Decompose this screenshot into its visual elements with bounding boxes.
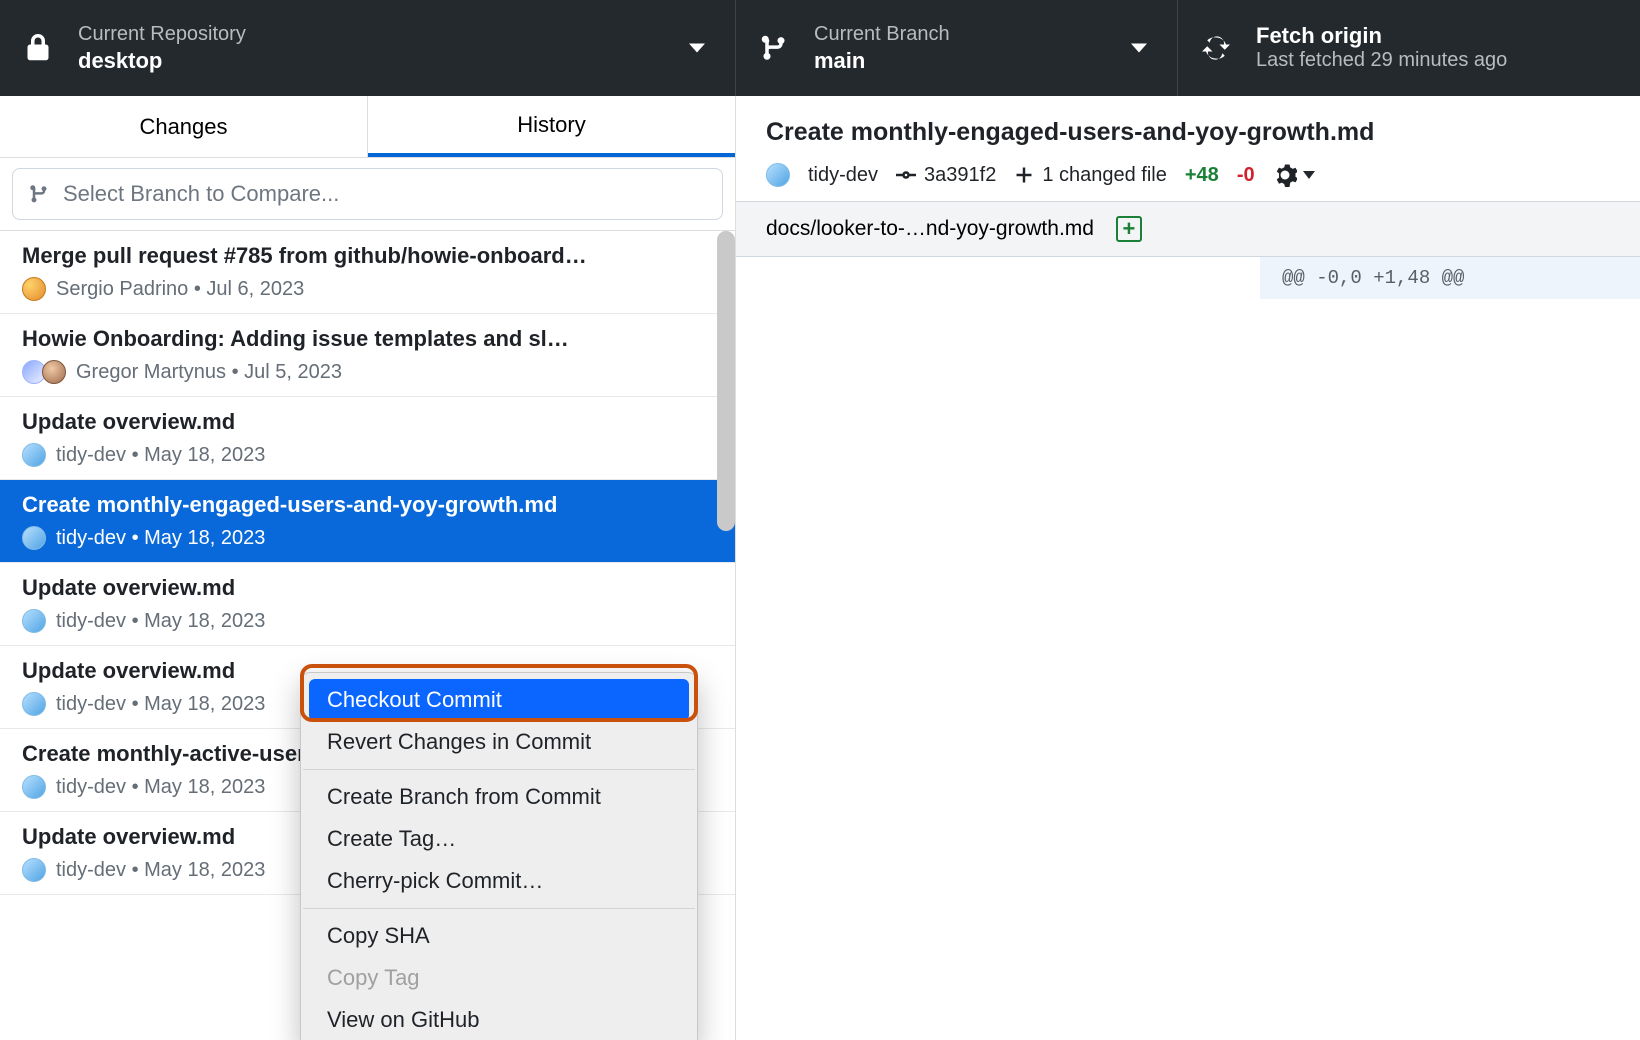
commit-item-meta: tidy-dev • May 18, 2023	[22, 526, 713, 550]
diff-hunk-header: @@ -0,0 +1,48 @@	[1260, 257, 1640, 299]
avatar	[22, 277, 46, 301]
tab-history[interactable]: History	[368, 96, 735, 157]
git-branch-icon	[760, 34, 788, 62]
chevron-down-icon	[1303, 171, 1315, 179]
avatar	[22, 526, 46, 550]
commit-author: tidy-dev	[766, 163, 878, 187]
avatar	[22, 692, 46, 716]
gear-icon	[1273, 163, 1297, 187]
branch-label: Current Branch	[814, 23, 950, 46]
git-branch-icon	[29, 184, 49, 204]
diff-settings-dropdown[interactable]	[1273, 163, 1315, 187]
git-commit-icon	[896, 165, 916, 185]
current-branch-dropdown[interactable]: Current Branch main	[736, 0, 1178, 96]
menu-revert-changes[interactable]: Revert Changes in Commit	[301, 721, 697, 763]
commit-item-title: Howie Onboarding: Adding issue templates…	[22, 326, 713, 352]
avatar	[22, 858, 46, 882]
commit-item-byline: tidy-dev • May 18, 2023	[56, 444, 265, 467]
fetch-origin-button[interactable]: Fetch origin Last fetched 29 minutes ago	[1178, 0, 1640, 96]
sidebar: Changes History Select Branch to Compare…	[0, 96, 736, 1040]
commit-item[interactable]: Create monthly-engaged-users-and-yoy-gro…	[0, 480, 735, 563]
commit-item[interactable]: Merge pull request #785 from github/howi…	[0, 231, 735, 314]
chevron-down-icon	[689, 44, 705, 53]
commit-item-byline: tidy-dev • May 18, 2023	[56, 693, 265, 716]
menu-separator	[303, 908, 695, 909]
tab-changes[interactable]: Changes	[0, 96, 368, 157]
changed-file-row[interactable]: docs/looker-to-…nd-yoy-growth.md +	[736, 201, 1640, 257]
commit-item-meta: tidy-dev • May 18, 2023	[22, 443, 713, 467]
avatar	[42, 360, 66, 384]
commit-item-byline: Gregor Martynus • Jul 5, 2023	[76, 361, 342, 384]
toolbar: Current Repository desktop Current Branc…	[0, 0, 1640, 96]
menu-create-branch[interactable]: Create Branch from Commit	[301, 776, 697, 818]
avatar	[766, 163, 790, 187]
sidebar-tabs: Changes History	[0, 96, 735, 158]
avatar	[22, 775, 46, 799]
menu-copy-sha[interactable]: Copy SHA	[301, 915, 697, 957]
deletions-count: -0	[1237, 164, 1255, 187]
diff-icon	[1014, 165, 1034, 185]
scrollbar-thumb[interactable]	[717, 231, 735, 531]
commit-item-title: Merge pull request #785 from github/howi…	[22, 243, 713, 269]
commit-item-meta: Gregor Martynus • Jul 5, 2023	[22, 360, 713, 384]
menu-cherry-pick[interactable]: Cherry-pick Commit…	[301, 860, 697, 902]
commit-item-title: Update overview.md	[22, 409, 713, 435]
commit-sha[interactable]: 3a391f2	[896, 164, 996, 187]
menu-copy-tag: Copy Tag	[301, 957, 697, 999]
commit-context-menu: Checkout Commit Revert Changes in Commit…	[300, 672, 698, 1040]
repo-value: desktop	[78, 48, 246, 74]
commit-title: Create monthly-engaged-users-and-yoy-gro…	[766, 118, 1610, 147]
commit-item-title: Update overview.md	[22, 575, 713, 601]
commit-item-meta: tidy-dev • May 18, 2023	[22, 609, 713, 633]
current-repository-dropdown[interactable]: Current Repository desktop	[0, 0, 736, 96]
file-path: docs/looker-to-…nd-yoy-growth.md	[766, 217, 1094, 241]
commit-item-byline: tidy-dev • May 18, 2023	[56, 527, 265, 550]
commit-item[interactable]: Update overview.md tidy-dev • May 18, 202…	[0, 397, 735, 480]
commit-item[interactable]: Update overview.md tidy-dev • May 18, 202…	[0, 563, 735, 646]
commit-item-byline: tidy-dev • May 18, 2023	[56, 610, 265, 633]
commit-item-byline: tidy-dev • May 18, 2023	[56, 859, 265, 882]
commit-detail-panel: Create monthly-engaged-users-and-yoy-gro…	[736, 96, 1640, 1040]
avatar	[22, 443, 46, 467]
diff-view[interactable]: @@ -0,0 +1,48 @@	[736, 257, 1640, 1040]
commit-item-meta: Sergio Padrino • Jul 6, 2023	[22, 277, 713, 301]
chevron-down-icon	[1131, 44, 1147, 53]
branch-compare-select[interactable]: Select Branch to Compare...	[12, 168, 723, 220]
branch-compare-row: Select Branch to Compare...	[0, 158, 735, 231]
fetch-label: Fetch origin	[1256, 23, 1507, 49]
sync-icon	[1202, 34, 1230, 62]
files-changed[interactable]: 1 changed file	[1014, 164, 1167, 187]
menu-create-tag[interactable]: Create Tag…	[301, 818, 697, 860]
repo-label: Current Repository	[78, 23, 246, 46]
menu-separator	[303, 769, 695, 770]
menu-view-on-github[interactable]: View on GitHub	[301, 999, 697, 1040]
commit-item-title: Create monthly-engaged-users-and-yoy-gro…	[22, 492, 713, 518]
compare-placeholder: Select Branch to Compare...	[63, 181, 339, 207]
avatar	[22, 609, 46, 633]
menu-checkout-commit[interactable]: Checkout Commit	[309, 679, 689, 721]
commit-meta: tidy-dev 3a391f2 1 changed file +48 -0	[766, 163, 1610, 187]
lock-icon	[24, 34, 52, 62]
commit-item-byline: Sergio Padrino • Jul 6, 2023	[56, 278, 304, 301]
file-added-icon: +	[1116, 216, 1142, 242]
branch-value: main	[814, 48, 950, 74]
additions-count: +48	[1185, 164, 1219, 187]
fetch-status: Last fetched 29 minutes ago	[1256, 49, 1507, 72]
commit-item[interactable]: Howie Onboarding: Adding issue templates…	[0, 314, 735, 397]
commit-item-byline: tidy-dev • May 18, 2023	[56, 776, 265, 799]
